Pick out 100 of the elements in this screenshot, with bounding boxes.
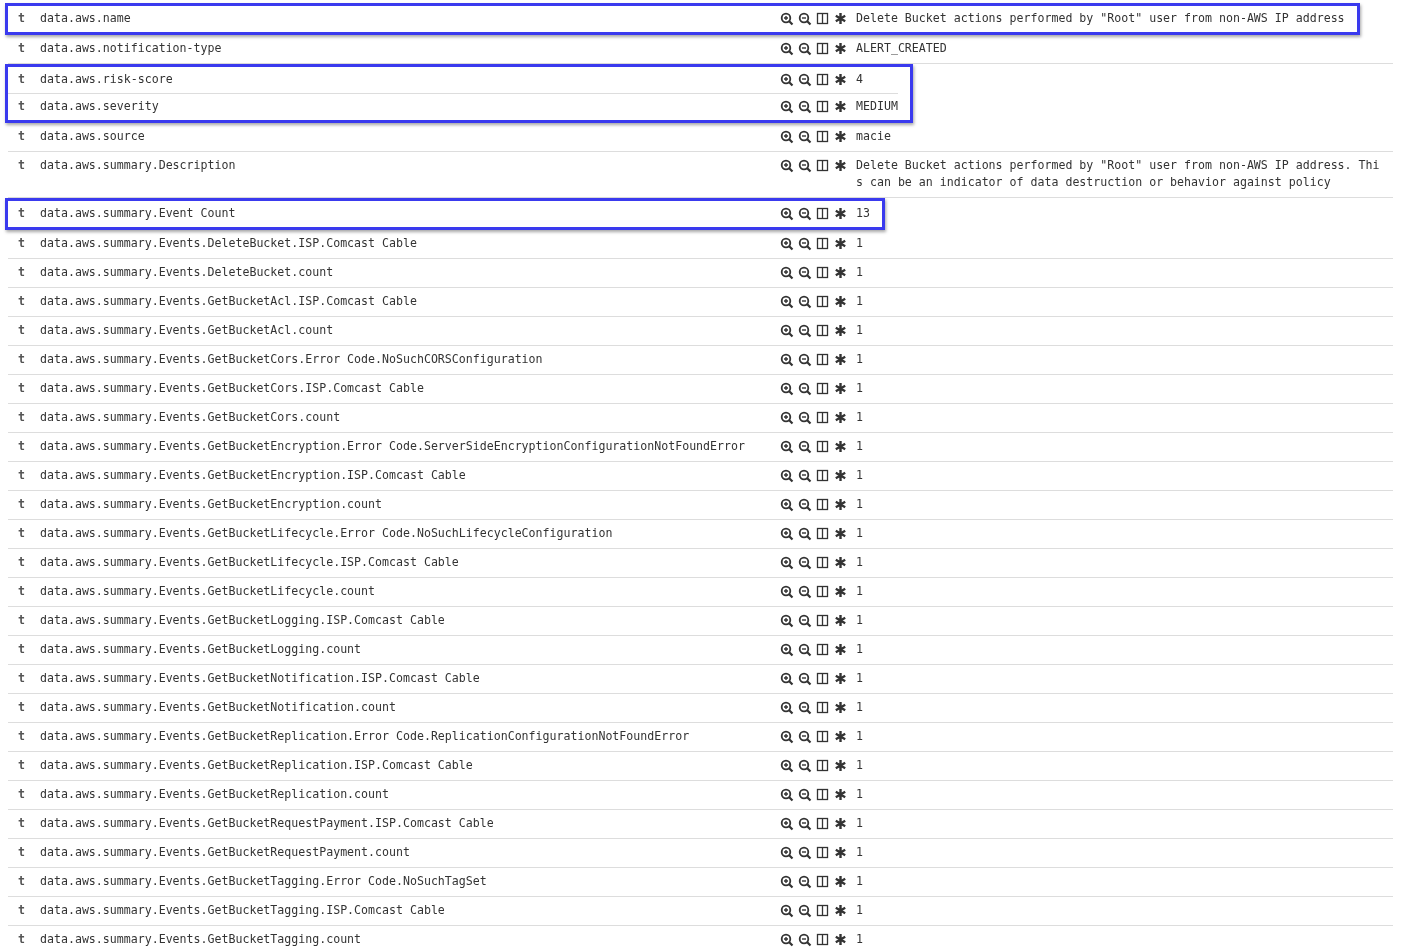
columns-button[interactable] (816, 903, 830, 918)
zoom-in-button[interactable] (780, 72, 794, 87)
zoom-out-button[interactable] (798, 700, 812, 715)
zoom-in-button[interactable] (780, 671, 794, 686)
columns-button[interactable] (816, 526, 830, 541)
asterisk-button[interactable] (834, 874, 848, 889)
zoom-in-button[interactable] (780, 874, 794, 889)
zoom-out-button[interactable] (798, 816, 812, 831)
zoom-in-button[interactable] (780, 236, 794, 251)
zoom-in-button[interactable] (780, 381, 794, 396)
zoom-out-button[interactable] (798, 845, 812, 860)
columns-button[interactable] (816, 497, 830, 512)
columns-button[interactable] (816, 439, 830, 454)
zoom-in-button[interactable] (780, 497, 794, 512)
zoom-in-button[interactable] (780, 758, 794, 773)
zoom-out-button[interactable] (798, 323, 812, 338)
columns-button[interactable] (816, 41, 830, 56)
asterisk-button[interactable] (834, 206, 848, 221)
columns-button[interactable] (816, 729, 830, 744)
columns-button[interactable] (816, 845, 830, 860)
zoom-in-button[interactable] (780, 613, 794, 628)
asterisk-button[interactable] (834, 526, 848, 541)
asterisk-button[interactable] (834, 99, 848, 114)
zoom-in-button[interactable] (780, 99, 794, 114)
columns-button[interactable] (816, 323, 830, 338)
zoom-in-button[interactable] (780, 903, 794, 918)
columns-button[interactable] (816, 642, 830, 657)
zoom-in-button[interactable] (780, 642, 794, 657)
columns-button[interactable] (816, 671, 830, 686)
asterisk-button[interactable] (834, 816, 848, 831)
columns-button[interactable] (816, 352, 830, 367)
asterisk-button[interactable] (834, 468, 848, 483)
columns-button[interactable] (816, 555, 830, 570)
zoom-in-button[interactable] (780, 439, 794, 454)
zoom-in-button[interactable] (780, 555, 794, 570)
zoom-in-button[interactable] (780, 129, 794, 144)
zoom-in-button[interactable] (780, 352, 794, 367)
zoom-out-button[interactable] (798, 236, 812, 251)
zoom-out-button[interactable] (798, 265, 812, 280)
columns-button[interactable] (816, 158, 830, 173)
zoom-out-button[interactable] (798, 497, 812, 512)
zoom-out-button[interactable] (798, 99, 812, 114)
zoom-out-button[interactable] (798, 294, 812, 309)
zoom-in-button[interactable] (780, 932, 794, 947)
zoom-in-button[interactable] (780, 410, 794, 425)
columns-button[interactable] (816, 758, 830, 773)
asterisk-button[interactable] (834, 410, 848, 425)
asterisk-button[interactable] (834, 584, 848, 599)
zoom-out-button[interactable] (798, 729, 812, 744)
asterisk-button[interactable] (834, 903, 848, 918)
asterisk-button[interactable] (834, 352, 848, 367)
zoom-in-button[interactable] (780, 41, 794, 56)
zoom-out-button[interactable] (798, 758, 812, 773)
asterisk-button[interactable] (834, 265, 848, 280)
asterisk-button[interactable] (834, 323, 848, 338)
zoom-out-button[interactable] (798, 526, 812, 541)
columns-button[interactable] (816, 584, 830, 599)
columns-button[interactable] (816, 932, 830, 947)
zoom-out-button[interactable] (798, 642, 812, 657)
asterisk-button[interactable] (834, 158, 848, 173)
columns-button[interactable] (816, 11, 830, 26)
columns-button[interactable] (816, 410, 830, 425)
zoom-in-button[interactable] (780, 265, 794, 280)
zoom-in-button[interactable] (780, 729, 794, 744)
columns-button[interactable] (816, 700, 830, 715)
zoom-out-button[interactable] (798, 439, 812, 454)
zoom-in-button[interactable] (780, 787, 794, 802)
columns-button[interactable] (816, 129, 830, 144)
zoom-out-button[interactable] (798, 613, 812, 628)
columns-button[interactable] (816, 206, 830, 221)
zoom-in-button[interactable] (780, 816, 794, 831)
zoom-in-button[interactable] (780, 11, 794, 26)
zoom-out-button[interactable] (798, 555, 812, 570)
zoom-out-button[interactable] (798, 468, 812, 483)
zoom-in-button[interactable] (780, 294, 794, 309)
asterisk-button[interactable] (834, 129, 848, 144)
asterisk-button[interactable] (834, 700, 848, 715)
zoom-in-button[interactable] (780, 526, 794, 541)
asterisk-button[interactable] (834, 671, 848, 686)
asterisk-button[interactable] (834, 555, 848, 570)
asterisk-button[interactable] (834, 439, 848, 454)
asterisk-button[interactable] (834, 41, 848, 56)
zoom-out-button[interactable] (798, 11, 812, 26)
asterisk-button[interactable] (834, 381, 848, 396)
zoom-in-button[interactable] (780, 468, 794, 483)
asterisk-button[interactable] (834, 72, 848, 87)
zoom-out-button[interactable] (798, 41, 812, 56)
asterisk-button[interactable] (834, 932, 848, 947)
columns-button[interactable] (816, 99, 830, 114)
asterisk-button[interactable] (834, 497, 848, 512)
zoom-out-button[interactable] (798, 158, 812, 173)
zoom-out-button[interactable] (798, 932, 812, 947)
zoom-out-button[interactable] (798, 72, 812, 87)
columns-button[interactable] (816, 265, 830, 280)
zoom-out-button[interactable] (798, 874, 812, 889)
columns-button[interactable] (816, 294, 830, 309)
columns-button[interactable] (816, 236, 830, 251)
zoom-out-button[interactable] (798, 410, 812, 425)
columns-button[interactable] (816, 787, 830, 802)
asterisk-button[interactable] (834, 613, 848, 628)
